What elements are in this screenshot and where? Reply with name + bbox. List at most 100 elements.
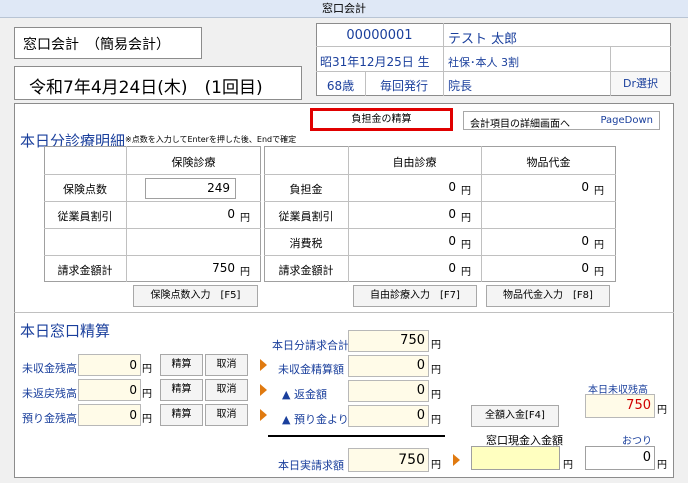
mid-row-value: 0 bbox=[348, 405, 429, 427]
mid-row-label: 未収金精算額 bbox=[278, 363, 344, 376]
divider bbox=[443, 23, 444, 96]
cancel-button[interactable]: 取消 bbox=[205, 354, 248, 376]
insurance-type: 社保･本人 3割 bbox=[448, 56, 519, 69]
free-row-label: 請求金額計 bbox=[278, 264, 334, 277]
date-box: 令和7年4月24日(木) (1回目) bbox=[14, 66, 302, 100]
details-note: ※点数を入力してEnterを押した後、Endで確定 bbox=[125, 135, 297, 144]
goods-row-value: 0 bbox=[581, 261, 589, 275]
cash-received-input[interactable] bbox=[471, 446, 560, 470]
yen-unit: 円 bbox=[142, 364, 152, 375]
cancel-button[interactable]: 取消 bbox=[205, 404, 248, 426]
today-date: 令和7年4月24日(木) (1回目) bbox=[29, 78, 263, 98]
issue-mode[interactable]: 毎回発行 bbox=[365, 77, 443, 94]
today-billed-label: 本日分請求合計 bbox=[272, 339, 349, 352]
yen-unit: 円 bbox=[461, 240, 471, 251]
patient-name: テスト 太郎 bbox=[448, 32, 518, 47]
detail-screen-button[interactable]: 会計項目の詳細画面へ PageDown bbox=[463, 111, 660, 130]
yen-unit: 円 bbox=[594, 186, 604, 197]
actual-billed-value: 750 bbox=[348, 448, 429, 472]
goods-row-value: 0 bbox=[581, 234, 589, 248]
staff-discount-value: 0 bbox=[227, 207, 235, 221]
arrow-icon bbox=[260, 409, 267, 421]
yen-unit: 円 bbox=[240, 267, 250, 278]
divider bbox=[44, 228, 261, 229]
settle-button[interactable]: 精算 bbox=[160, 379, 203, 401]
free-row-value: 0 bbox=[448, 234, 456, 248]
settlement-row-value: 0 bbox=[78, 404, 141, 426]
mid-row-value: 0 bbox=[348, 380, 429, 402]
mid-row-value: 0 bbox=[348, 355, 429, 377]
settle-button[interactable]: 精算 bbox=[160, 354, 203, 376]
billed-value: 750 bbox=[212, 261, 235, 275]
detail-screen-label: 会計項目の詳細画面へ bbox=[470, 119, 570, 130]
free-entry-button[interactable]: 自由診療入力 [F7] bbox=[353, 285, 477, 307]
pagedown-key: PageDown bbox=[600, 115, 653, 126]
arrow-icon bbox=[453, 454, 460, 466]
uncollected-value: 750 bbox=[585, 394, 655, 418]
yen-unit: 円 bbox=[142, 414, 152, 425]
insurance-header: 保険診療 bbox=[171, 156, 216, 169]
divider bbox=[44, 255, 261, 256]
goods-row-value: 0 bbox=[581, 180, 589, 194]
patient-age: 68歳 bbox=[326, 79, 355, 93]
yen-unit: 円 bbox=[431, 415, 441, 426]
yen-unit: 円 bbox=[594, 240, 604, 251]
points-label: 保険点数 bbox=[63, 183, 107, 196]
free-row-label: 消費税 bbox=[289, 237, 323, 250]
settlement-row-label: 未返戻残高 bbox=[22, 387, 77, 400]
change-label: おつり bbox=[622, 436, 652, 447]
billed-label: 請求金額計 bbox=[57, 264, 113, 277]
doctor-name: 院長 bbox=[448, 79, 473, 93]
settlement-row-label: 預り金残高 bbox=[22, 412, 77, 425]
divider bbox=[44, 201, 261, 202]
yen-unit: 円 bbox=[240, 213, 250, 224]
yen-unit: 円 bbox=[431, 340, 441, 351]
yen-unit: 円 bbox=[657, 460, 667, 471]
free-row-label: 従業員割引 bbox=[278, 210, 334, 223]
free-row-value: 0 bbox=[448, 207, 456, 221]
yen-unit: 円 bbox=[431, 460, 441, 471]
today-billed-value: 750 bbox=[348, 330, 429, 352]
free-row-value: 0 bbox=[448, 180, 456, 194]
goods-header: 物品代金 bbox=[526, 156, 571, 169]
yen-unit: 円 bbox=[461, 213, 471, 224]
total-rule bbox=[268, 435, 445, 437]
yen-unit: 円 bbox=[142, 389, 152, 400]
yen-unit: 円 bbox=[657, 405, 667, 416]
actual-billed-label: 本日実請求額 bbox=[278, 459, 344, 472]
patient-id: 00000001 bbox=[346, 28, 413, 43]
change-value: 0 bbox=[585, 446, 655, 470]
goods-entry-button[interactable]: 物品代金入力 [F8] bbox=[486, 285, 610, 307]
settlement-row-value: 0 bbox=[78, 379, 141, 401]
mid-row-label: ▲ 返金額 bbox=[282, 388, 327, 401]
free-header: 自由診療 bbox=[392, 156, 437, 169]
yen-unit: 円 bbox=[461, 267, 471, 278]
yen-unit: 円 bbox=[563, 460, 573, 471]
window-title: 窓口会計 bbox=[0, 0, 688, 18]
settlement-row-value: 0 bbox=[78, 354, 141, 376]
yen-unit: 円 bbox=[594, 267, 604, 278]
divider bbox=[14, 312, 674, 313]
divider bbox=[264, 255, 616, 256]
cancel-button[interactable]: 取消 bbox=[205, 379, 248, 401]
mode-title: 窓口会計 （簡易会計） bbox=[23, 37, 170, 53]
divider bbox=[264, 228, 616, 229]
free-row-value: 0 bbox=[448, 261, 456, 275]
full-payment-button[interactable]: 全額入金[F4] bbox=[471, 405, 559, 427]
divider bbox=[264, 201, 616, 202]
points-input[interactable]: 249 bbox=[145, 178, 236, 199]
copay-settle-button[interactable]: 負担金の精算 bbox=[310, 108, 453, 131]
free-row-label: 負担金 bbox=[289, 183, 323, 196]
settle-button[interactable]: 精算 bbox=[160, 404, 203, 426]
staff-discount-label: 従業員割引 bbox=[57, 210, 113, 223]
points-entry-button[interactable]: 保険点数入力 [F5] bbox=[133, 285, 258, 307]
mode-title-box: 窓口会計 （簡易会計） bbox=[14, 27, 202, 59]
yen-unit: 円 bbox=[431, 390, 441, 401]
mid-row-label: ▲ 預り金より bbox=[282, 413, 349, 426]
doctor-select-button[interactable]: Dr選択 bbox=[611, 72, 670, 95]
yen-unit: 円 bbox=[431, 365, 441, 376]
divider bbox=[44, 174, 261, 175]
divider bbox=[264, 174, 616, 175]
arrow-icon bbox=[260, 359, 267, 371]
arrow-icon bbox=[260, 384, 267, 396]
